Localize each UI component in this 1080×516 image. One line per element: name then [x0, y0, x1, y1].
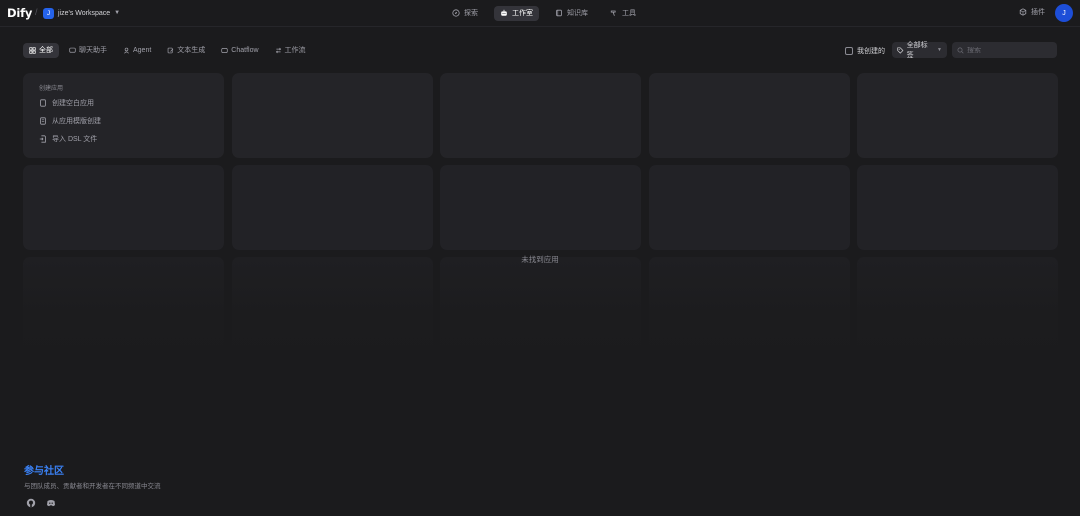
community-links [26, 498, 161, 508]
tag-filter-dropdown[interactable]: 全部标签 ▼ [892, 42, 947, 59]
workflow-icon [275, 47, 281, 53]
app-card-placeholder [232, 165, 433, 250]
app-card-placeholder [23, 257, 224, 357]
create-item-label: 从应用模版创建 [52, 118, 101, 125]
user-avatar[interactable]: J [1055, 4, 1073, 22]
nav-explore[interactable]: 探索 [446, 6, 484, 21]
main-nav: 探索 工作室 知识库 工具 [446, 5, 642, 21]
workspace-badge: J [43, 7, 54, 19]
filter-chat-assistant[interactable]: 聊天助手 [63, 43, 113, 58]
community-description: 与团队成员、贡献者和开发者在不同频道中交流 [24, 483, 161, 490]
chevron-down-icon: ▼ [937, 47, 942, 53]
search-icon [957, 47, 964, 54]
filter-workflow[interactable]: 工作流 [269, 43, 312, 58]
my-created-checkbox[interactable] [845, 47, 853, 55]
app-card-placeholder [23, 165, 224, 250]
filter-label: Chatflow [231, 46, 259, 54]
search-input[interactable] [967, 46, 1052, 54]
filter-label: 工作流 [284, 47, 306, 54]
create-app-title: 创建应用 [39, 86, 64, 92]
chat-icon [69, 47, 76, 53]
workspace-switcher[interactable]: J jize's Workspace ▼ [43, 6, 120, 20]
workspace-name: jize's Workspace [58, 9, 111, 17]
my-created-label: 我创建的 [857, 48, 885, 55]
filter-label: 全部 [39, 47, 53, 54]
book-icon [556, 9, 562, 17]
dify-logo[interactable]: Dify [7, 6, 32, 20]
filter-chatflow[interactable]: Chatflow [215, 43, 264, 58]
create-from-template-button[interactable]: 从应用模版创建 [39, 115, 208, 127]
nav-knowledge[interactable]: 知识库 [549, 6, 594, 21]
my-created-toggle[interactable]: 我创建的 [845, 46, 885, 56]
import-dsl-button[interactable]: 导入 DSL 文件 [39, 133, 208, 145]
compass-icon [452, 9, 460, 17]
nav-tools[interactable]: 工具 [604, 6, 642, 21]
template-icon [40, 117, 46, 125]
filter-agent[interactable]: Agent [117, 43, 157, 58]
nav-label: 探索 [464, 10, 478, 17]
nav-label: 工具 [622, 10, 636, 17]
app-card-placeholder [857, 165, 1058, 250]
tag-icon [897, 47, 904, 54]
filter-all[interactable]: 全部 [23, 42, 59, 58]
community-section: 参与社区 与团队成员、贡献者和开发者在不同频道中交流 [24, 462, 161, 508]
chatflow-icon [221, 47, 228, 53]
create-app-card: 创建应用 创建空白应用 从应用模版创建 导入 DSL 文件 [23, 73, 224, 158]
create-blank-app-button[interactable]: 创建空白应用 [39, 97, 208, 109]
empty-state-message: 未找到应用 [521, 255, 559, 264]
filter-label: 聊天助手 [79, 47, 107, 54]
plugins-button[interactable]: 插件 [1019, 7, 1045, 17]
search-box[interactable] [952, 42, 1057, 58]
top-bar: Dify / J jize's Workspace ▼ 探索 工作室 知识库 工… [0, 0, 1080, 27]
tags-label: 全部标签 [906, 42, 928, 59]
nav-label: 知识库 [567, 10, 588, 17]
app-card-placeholder [649, 73, 850, 158]
app-card-placeholder [649, 257, 850, 357]
app-card-placeholder [857, 257, 1058, 357]
filter-label: Agent [133, 46, 152, 54]
create-item-label: 导入 DSL 文件 [52, 136, 98, 143]
chevron-down-icon: ▼ [114, 10, 121, 16]
robot-icon [501, 9, 507, 16]
hammer-icon [610, 10, 616, 16]
discord-icon[interactable] [46, 498, 56, 508]
plugin-icon [1019, 8, 1027, 16]
blank-file-icon [40, 99, 46, 107]
create-item-label: 创建空白应用 [52, 100, 94, 107]
app-card-placeholder [232, 257, 433, 357]
import-file-icon [39, 135, 46, 143]
app-type-filters: 全部 聊天助手 Agent 文本生成 Chatflow 工作流 [23, 42, 312, 58]
nav-studio[interactable]: 工作室 [494, 5, 539, 21]
agent-icon [124, 47, 129, 54]
app-card-placeholder [857, 73, 1058, 158]
app-card-placeholder [440, 73, 641, 158]
community-title: 参与社区 [24, 466, 64, 477]
grid-icon [29, 46, 36, 54]
plugins-label: 插件 [1031, 9, 1045, 16]
edit-icon [167, 47, 174, 53]
app-card-placeholder [649, 165, 850, 250]
filter-label: 文本生成 [177, 47, 206, 54]
breadcrumb-separator: / [35, 7, 38, 17]
app-card-placeholder [232, 73, 433, 158]
filter-text-generation[interactable]: 文本生成 [161, 43, 211, 58]
github-icon[interactable] [26, 498, 36, 508]
nav-label: 工作室 [512, 10, 533, 17]
app-card-placeholder [440, 257, 641, 357]
app-card-placeholder [440, 165, 641, 250]
